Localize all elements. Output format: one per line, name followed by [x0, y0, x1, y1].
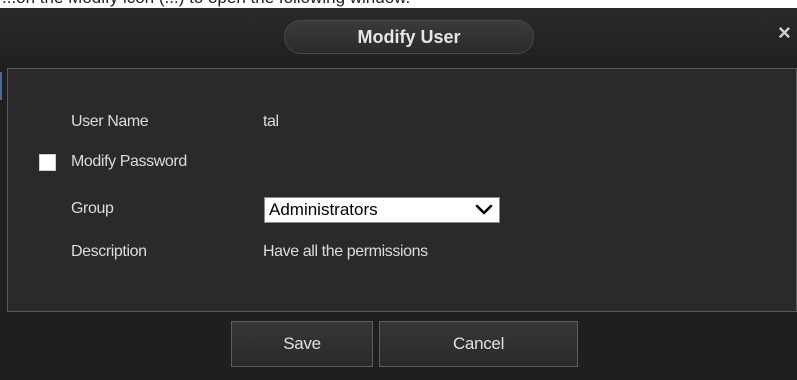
save-button[interactable]: Save	[231, 321, 373, 367]
username-label: User Name	[71, 113, 149, 130]
dialog-title-bar: Modify User ×	[0, 8, 797, 64]
description-value: Have all the permissions	[263, 243, 428, 260]
caption-text: ...on the Modify icon (...) to open the …	[2, 0, 410, 8]
dialog-title: Modify User	[284, 20, 534, 54]
modify-user-dialog: Modify User × User Name tal Modify Passw…	[0, 8, 797, 380]
chevron-down-icon	[475, 204, 493, 215]
background-document-caption: ...on the Modify icon (...) to open the …	[0, 0, 797, 8]
group-label: Group	[71, 200, 114, 217]
modify-password-label[interactable]: Modify Password	[71, 153, 187, 171]
close-icon[interactable]: ×	[778, 21, 797, 45]
cancel-button[interactable]: Cancel	[379, 321, 578, 367]
username-value: tal	[263, 113, 279, 130]
form-panel	[7, 68, 797, 312]
group-select-value: Administrators	[269, 200, 378, 219]
side-accent-marker	[0, 72, 2, 100]
modify-password-checkbox[interactable]	[39, 154, 56, 171]
group-select[interactable]: Administrators	[264, 197, 500, 223]
description-label: Description	[71, 243, 147, 260]
